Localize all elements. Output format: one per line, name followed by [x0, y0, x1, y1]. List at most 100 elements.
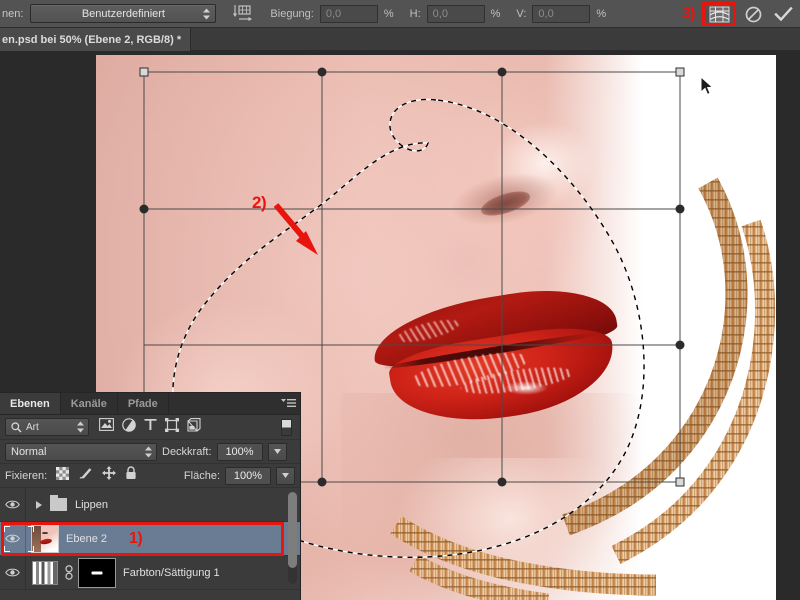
- tab-kanaele-label: Kanäle: [70, 397, 107, 410]
- tab-ebenen[interactable]: Ebenen: [0, 393, 61, 414]
- panel-menu-button[interactable]: [280, 397, 296, 411]
- group-expand-arrow-icon[interactable]: [36, 500, 42, 509]
- type-layer-filter-icon[interactable]: [144, 418, 157, 436]
- transform-commit-controls: 3): [682, 0, 796, 28]
- layer-row-lippen[interactable]: Lippen: [0, 488, 300, 522]
- blend-mode-select[interactable]: Normal: [5, 442, 157, 461]
- photoshop-window: nen: Benutzerdefiniert Biegung: 0,0 % H:: [0, 0, 800, 600]
- bend-label: Biegung:: [270, 7, 314, 20]
- lip-specular-highlight: [503, 380, 548, 396]
- opacity-input[interactable]: 100%: [216, 442, 263, 461]
- lock-row: Fixieren: Fläche: 100%: [0, 464, 300, 488]
- layer-filter-row: Art: [0, 415, 300, 440]
- adjustment-layer-thumbnail[interactable]: [32, 560, 58, 585]
- warp-mode-button[interactable]: [702, 2, 736, 26]
- layer-thumbnail-ebene-2[interactable]: [31, 524, 59, 553]
- document-tab-title: en.psd bei 50% (Ebene 2, RGB/8) *: [2, 33, 182, 46]
- adjustment-layer-filter-icon[interactable]: [122, 417, 136, 437]
- v-input[interactable]: 0,0: [532, 4, 591, 23]
- eye-icon: [5, 500, 20, 509]
- h-unit: %: [490, 7, 501, 20]
- warp-preset-select[interactable]: Benutzerdefiniert: [30, 4, 217, 23]
- warp-options-label: nen:: [2, 7, 24, 20]
- lock-icons: [56, 466, 137, 485]
- document-tab-bar: en.psd bei 50% (Ebene 2, RGB/8) *: [0, 28, 800, 51]
- layer-mask-thumbnail[interactable]: [78, 557, 116, 588]
- fill-dropdown-button[interactable]: [276, 466, 295, 485]
- bend-unit: %: [383, 7, 394, 20]
- annotation-marker-3: 3): [681, 5, 696, 22]
- chevron-down-icon: [282, 473, 289, 478]
- lips-region: [368, 278, 622, 435]
- lock-all-icon[interactable]: [125, 466, 137, 485]
- thumbnail-hair: [32, 525, 41, 552]
- layer-row-farbton-saettigung[interactable]: Farbton/Sättigung 1: [0, 556, 300, 590]
- cancel-transform-icon: [745, 6, 761, 22]
- tab-pfade-label: Pfade: [127, 397, 158, 410]
- pixel-layer-filter-icon[interactable]: [99, 418, 114, 436]
- lock-position-icon[interactable]: [102, 466, 117, 485]
- layer-filter-icons: [99, 417, 201, 437]
- v-field-group: V: 0,0 %: [516, 4, 607, 23]
- v-label: V:: [516, 7, 527, 20]
- chin-highlight: [395, 458, 627, 600]
- tab-ebenen-label: Ebenen: [10, 397, 50, 410]
- warp-preset-value: Benutzerdefiniert: [81, 7, 165, 20]
- layers-panel: Ebenen Kanäle Pfade Art Normal Deckkraft…: [0, 392, 301, 600]
- blend-mode-value: Normal: [11, 445, 47, 458]
- layer-name-ebene-2: Ebene 2: [66, 532, 107, 545]
- warp-orientation-button[interactable]: [230, 3, 254, 25]
- folder-icon: [50, 495, 67, 511]
- layer-name-farbton-saettigung: Farbton/Sättigung 1: [123, 566, 220, 579]
- fill-input[interactable]: 100%: [225, 466, 271, 485]
- opacity-label: Deckkraft:: [162, 445, 212, 458]
- layer-kind-value: Art: [26, 421, 39, 433]
- layers-list-scrollbar-thumb[interactable]: [288, 492, 297, 568]
- thumbnail-lips: [39, 538, 53, 546]
- lock-transparency-icon[interactable]: [56, 466, 70, 485]
- filter-enable-toggle[interactable]: [281, 418, 292, 436]
- tab-kanaele[interactable]: Kanäle: [61, 393, 118, 414]
- h-input[interactable]: 0,0: [426, 4, 485, 23]
- eye-icon: [5, 568, 20, 577]
- visibility-toggle-farbton[interactable]: [0, 556, 26, 589]
- lock-image-icon[interactable]: [78, 466, 93, 485]
- panel-menu-icon: [280, 399, 296, 407]
- bend-input[interactable]: 0,0: [319, 4, 378, 23]
- blend-mode-row: Normal Deckkraft: 100%: [0, 440, 300, 464]
- tab-pfade[interactable]: Pfade: [118, 393, 169, 414]
- smart-object-filter-icon[interactable]: [187, 417, 201, 437]
- shape-layer-filter-icon[interactable]: [165, 417, 179, 437]
- h-label: H:: [409, 7, 421, 20]
- annotation-marker-1: 1): [128, 529, 143, 547]
- visibility-toggle-ebene-2[interactable]: [0, 522, 26, 555]
- layer-kind-select[interactable]: Art: [5, 418, 89, 436]
- chevron-down-icon: [273, 449, 281, 454]
- warp-mode-icon: [709, 6, 729, 22]
- cancel-transform-button[interactable]: [740, 2, 766, 26]
- fill-label: Fläche:: [183, 469, 220, 482]
- layers-list[interactable]: Lippen Ebene 2 1) Farbton/Sättigung 1: [0, 488, 300, 600]
- document-tab[interactable]: en.psd bei 50% (Ebene 2, RGB/8) *: [0, 28, 192, 51]
- options-bar: nen: Benutzerdefiniert Biegung: 0,0 % H:: [0, 0, 800, 28]
- layer-name-lippen: Lippen: [75, 498, 109, 511]
- warp-preset-stepper-icon: [203, 8, 211, 19]
- h-field-group: H: 0,0 %: [409, 4, 501, 23]
- eye-icon: [5, 534, 20, 543]
- visibility-toggle-lippen[interactable]: [0, 488, 26, 521]
- bend-field-group: Biegung: 0,0 %: [270, 4, 394, 23]
- commit-transform-icon: [773, 6, 793, 21]
- commit-transform-button[interactable]: [770, 2, 796, 26]
- lock-label: Fixieren:: [5, 469, 48, 482]
- layers-list-scrollbar[interactable]: [288, 492, 297, 584]
- annotation-marker-2: 2): [252, 193, 267, 212]
- opacity-dropdown-button[interactable]: [267, 442, 287, 461]
- blend-mode-stepper-icon: [145, 446, 152, 457]
- layer-row-ebene-2[interactable]: Ebene 2 1): [0, 522, 300, 556]
- layer-kind-stepper-icon: [77, 421, 84, 433]
- mask-link-icon[interactable]: [63, 565, 75, 581]
- search-icon: [11, 421, 22, 432]
- thumbnail-eye: [42, 531, 49, 534]
- v-unit: %: [596, 7, 607, 20]
- panel-tab-bar: Ebenen Kanäle Pfade: [0, 393, 300, 415]
